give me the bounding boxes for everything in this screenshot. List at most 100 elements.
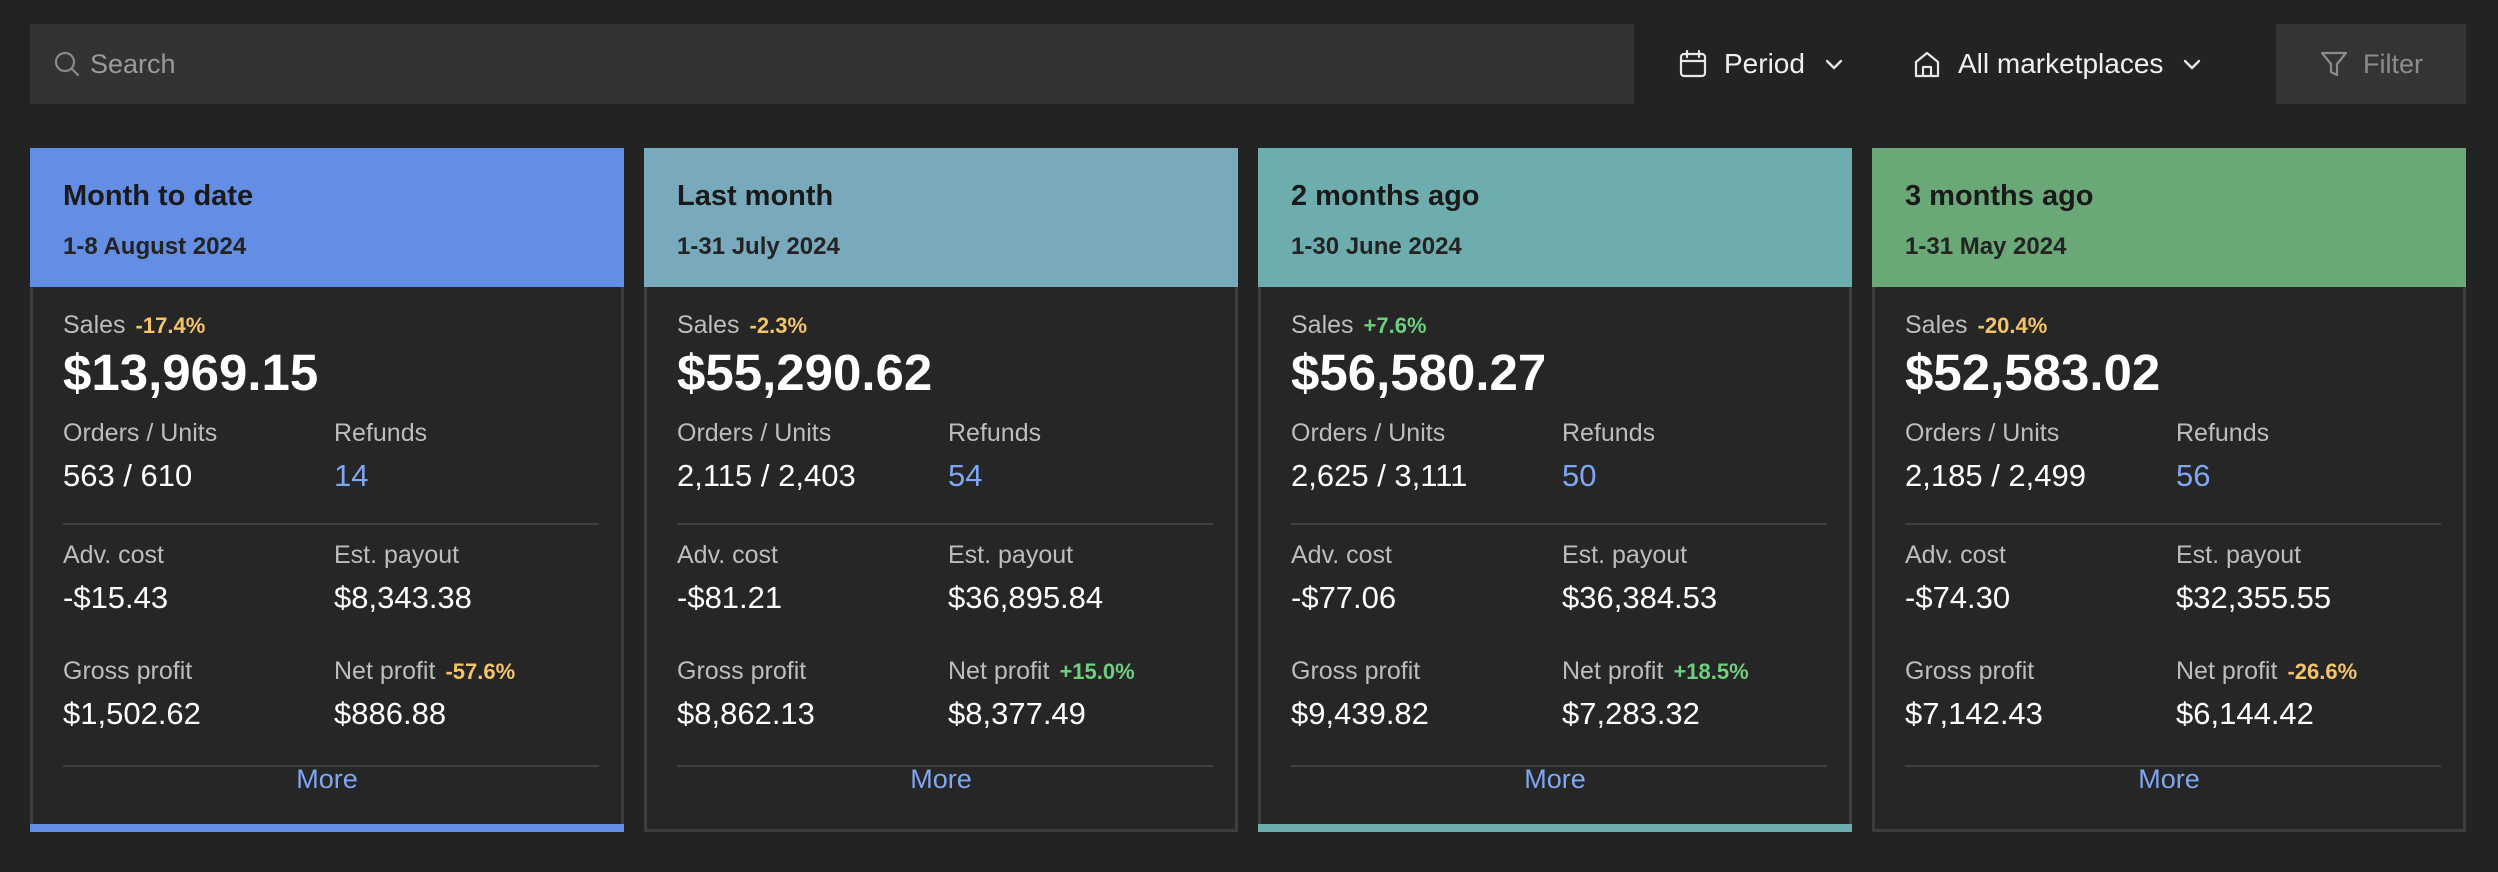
est-payout-label: Est. payout	[1562, 541, 1688, 569]
sales-change: -20.4%	[1977, 313, 2048, 338]
net-profit-value: $8,377.49	[948, 696, 1086, 731]
net-profit-label: Net profit	[948, 657, 1050, 685]
period-dropdown[interactable]: Period	[1678, 24, 1845, 104]
orders-units-value: 563 / 610	[63, 458, 193, 493]
filter-button[interactable]: Filter	[2276, 24, 2466, 104]
net-profit-label: Net profit	[2176, 657, 2278, 685]
marketplace-dropdown[interactable]: All marketplaces	[1912, 24, 2203, 104]
chevron-down-icon	[1823, 53, 1845, 75]
period-label: Period	[1724, 48, 1805, 79]
est-payout-value: $36,384.53	[1562, 580, 1718, 615]
adv-cost-label: Adv. cost	[1291, 541, 1392, 569]
orders-units-value: 2,185 / 2,499	[1905, 458, 2086, 493]
card-date-range: 1-8 August 2024	[63, 233, 247, 260]
refunds-link[interactable]: 50	[1562, 458, 1655, 494]
gross-profit-value: $1,502.62	[63, 696, 201, 731]
gross-profit-value: $7,142.43	[1905, 696, 2043, 731]
refunds-link[interactable]: 56	[2176, 458, 2269, 494]
more-link[interactable]: More	[647, 764, 1235, 795]
adv-cost-value: -$15.43	[63, 580, 169, 615]
search-icon	[52, 49, 82, 79]
more-link[interactable]: More	[33, 764, 621, 795]
divider	[1291, 523, 1827, 525]
adv-cost-label: Adv. cost	[63, 541, 164, 569]
period-card: Last month 1-31 July 2024 Sales -2.3% $55…	[644, 148, 1238, 832]
card-header: 2 months ago 1-30 June 2024	[1258, 148, 1852, 287]
sales-value: $13,969.15	[63, 344, 319, 401]
divider	[1905, 523, 2441, 525]
refunds-link[interactable]: 54	[948, 458, 1041, 494]
net-profit-value: $6,144.42	[2176, 696, 2314, 731]
est-payout-label: Est. payout	[334, 541, 460, 569]
orders-units-label: Orders / Units	[677, 419, 832, 447]
refunds-link[interactable]: 14	[334, 458, 427, 494]
net-profit-change: +15.0%	[1059, 659, 1135, 684]
adv-cost-label: Adv. cost	[1905, 541, 2006, 569]
adv-cost-label: Adv. cost	[677, 541, 778, 569]
est-payout-label: Est. payout	[2176, 541, 2302, 569]
more-link[interactable]: More	[1875, 764, 2463, 795]
adv-cost-value: -$81.21	[677, 580, 783, 615]
est-payout-value: $32,355.55	[2176, 580, 2332, 615]
card-accent-bar	[1258, 824, 1852, 832]
net-profit-label: Net profit	[1562, 657, 1664, 685]
refunds-label: Refunds	[2176, 419, 2270, 447]
home-icon	[1912, 49, 1942, 79]
net-profit-label: Net profit	[334, 657, 436, 685]
sales-change: +7.6%	[1363, 313, 1427, 338]
card-title: 3 months ago	[1905, 180, 2094, 212]
sales-value: $56,580.27	[1291, 344, 1547, 401]
net-profit-change: -57.6%	[445, 659, 516, 684]
net-profit-value: $886.88	[334, 696, 447, 731]
net-profit-change: -26.6%	[2287, 659, 2358, 684]
sales-label: Sales	[1291, 311, 1354, 339]
card-title: Last month	[677, 180, 834, 212]
orders-units-label: Orders / Units	[1905, 419, 2060, 447]
card-header: 3 months ago 1-31 May 2024	[1872, 148, 2466, 287]
est-payout-value: $8,343.38	[334, 580, 472, 615]
gross-profit-label: Gross profit	[677, 657, 807, 685]
gross-profit-value: $9,439.82	[1291, 696, 1429, 731]
period-card: 3 months ago 1-31 May 2024 Sales -20.4% $…	[1872, 148, 2466, 832]
chevron-down-icon	[2181, 53, 2203, 75]
orders-units-value: 2,115 / 2,403	[677, 458, 856, 493]
sales-label: Sales	[63, 311, 126, 339]
gross-profit-label: Gross profit	[1905, 657, 2035, 685]
est-payout-value: $36,895.84	[948, 580, 1104, 615]
more-link[interactable]: More	[1261, 764, 1849, 795]
orders-units-label: Orders / Units	[63, 419, 218, 447]
card-title: Month to date	[63, 180, 254, 212]
filter-icon	[2319, 49, 2349, 79]
search-box[interactable]	[30, 24, 1634, 104]
filter-label: Filter	[2363, 48, 2423, 79]
sales-value: $52,583.02	[1905, 344, 2161, 401]
orders-units-label: Orders / Units	[1291, 419, 1446, 447]
marketplace-label: All marketplaces	[1958, 48, 2164, 79]
divider	[63, 523, 599, 525]
adv-cost-value: -$77.06	[1291, 580, 1397, 615]
card-title: 2 months ago	[1291, 180, 1480, 212]
net-profit-change: +18.5%	[1673, 659, 1749, 684]
period-card: Month to date 1-8 August 2024 Sales -17.4…	[30, 148, 624, 832]
gross-profit-value: $8,862.13	[677, 696, 815, 731]
card-header: Last month 1-31 July 2024	[644, 148, 1238, 287]
sales-change: -2.3%	[749, 313, 808, 338]
card-date-range: 1-31 July 2024	[677, 233, 840, 260]
sales-label: Sales	[677, 311, 740, 339]
sales-label: Sales	[1905, 311, 1968, 339]
card-header: Month to date 1-8 August 2024	[30, 148, 624, 287]
period-card: 2 months ago 1-30 June 2024 Sales +7.6% $…	[1258, 148, 1852, 832]
card-date-range: 1-30 June 2024	[1291, 233, 1462, 260]
net-profit-value: $7,283.32	[1562, 696, 1700, 731]
sales-change: -17.4%	[135, 313, 206, 338]
sales-value: $55,290.62	[677, 344, 933, 401]
search-input[interactable]	[90, 48, 1590, 80]
divider	[677, 523, 1213, 525]
refunds-label: Refunds	[1562, 419, 1656, 447]
refunds-label: Refunds	[948, 419, 1042, 447]
card-accent-bar	[30, 824, 624, 832]
adv-cost-value: -$74.30	[1905, 580, 2011, 615]
est-payout-label: Est. payout	[948, 541, 1074, 569]
refunds-label: Refunds	[334, 419, 428, 447]
toolbar: Period All marketplaces Filter	[30, 24, 2466, 104]
